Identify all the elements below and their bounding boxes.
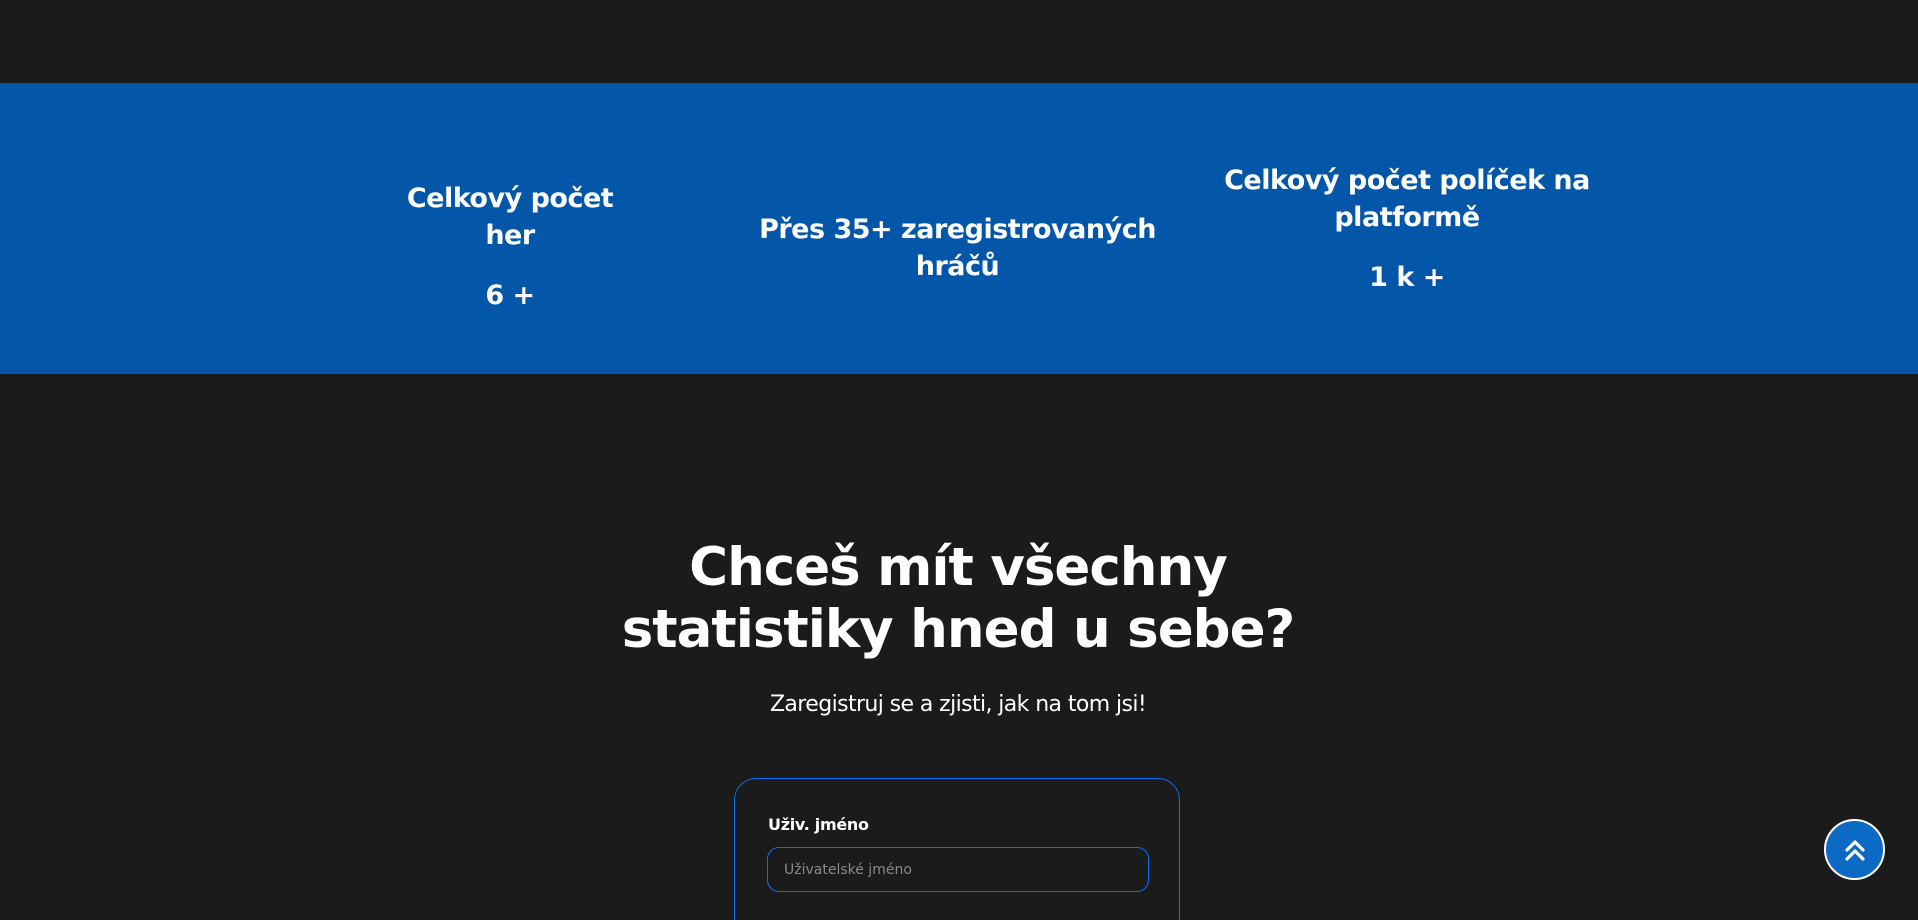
- cta-subtitle: Zaregistruj se a zjisti, jak na tom jsi!: [769, 692, 1147, 717]
- stat-total-games: Celkový počet her 6 +: [380, 180, 640, 314]
- stat-total-games-value: 6 +: [485, 280, 535, 311]
- stat-total-games-title: Celkový počet her: [406, 183, 614, 251]
- register-form: Uživ. jméno: [734, 778, 1180, 920]
- cta-heading: Chceš mít všechny statistiky hned u sebe…: [610, 537, 1306, 661]
- stat-total-tiles: Celkový počet políček na platformě 1 k +: [1220, 162, 1594, 296]
- username-input[interactable]: [767, 847, 1149, 892]
- username-label: Uživ. jméno: [768, 815, 869, 834]
- cta-heading-line1: Chceš mít všechny: [689, 537, 1228, 598]
- scroll-to-top-button[interactable]: [1824, 819, 1885, 880]
- page: Celkový počet her 6 + Přes 35+ zaregistr…: [0, 0, 1918, 920]
- stat-registered-players: Přes 35+ zaregistrovaných hráčů: [730, 211, 1185, 285]
- double-chevron-up-icon: [1844, 839, 1865, 861]
- cta-heading-line2: statistiky hned u sebe?: [621, 599, 1296, 660]
- stat-total-tiles-title: Celkový počet políček na platformě: [1224, 165, 1590, 233]
- stat-total-tiles-value: 1 k +: [1369, 262, 1445, 293]
- stat-registered-players-title: Přes 35+ zaregistrovaných hráčů: [759, 214, 1156, 282]
